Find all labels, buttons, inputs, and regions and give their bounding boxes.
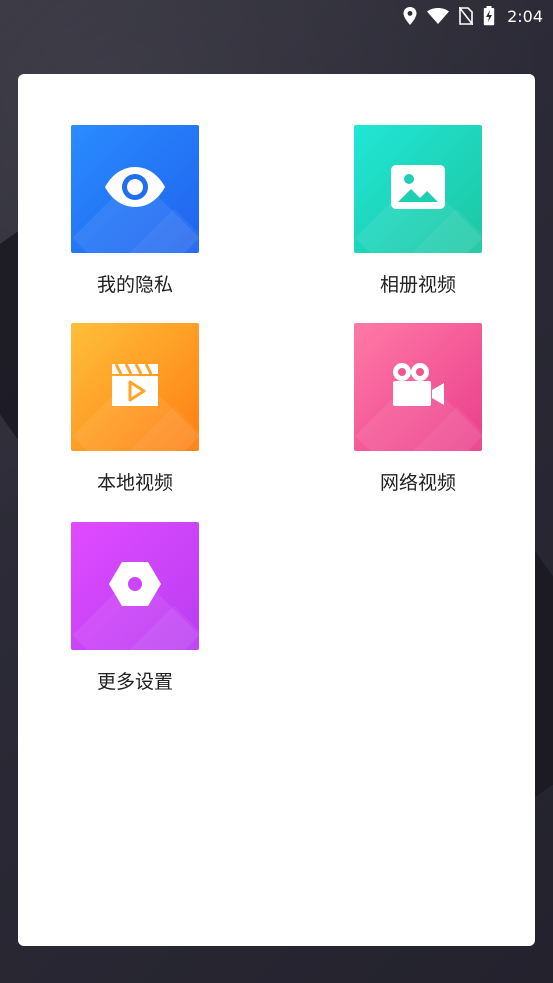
tile-label: 相册视频: [379, 274, 456, 296]
tile-icon-bg: [354, 323, 482, 451]
tile-network-video[interactable]: 网络视频: [338, 323, 498, 495]
wifi-icon: [427, 8, 450, 24]
tile-label: 我的隐私: [96, 274, 173, 296]
image-icon: [390, 164, 446, 214]
tile-label: 更多设置: [96, 671, 173, 693]
tile-more-settings[interactable]: 更多设置: [55, 522, 215, 694]
video-clip-icon: [110, 362, 160, 412]
tile-icon-bg: [71, 323, 199, 451]
eye-icon: [103, 165, 167, 213]
status-time: 2:04: [507, 6, 543, 26]
location-icon: [403, 7, 417, 25]
main-card: 我的隐私 相册视频 本地视频 网络视频 更多设置: [18, 74, 535, 946]
tile-label: 本地视频: [96, 472, 173, 494]
tile-local-video[interactable]: 本地视频: [55, 323, 215, 495]
no-sim-icon: [459, 7, 474, 25]
video-camera-icon: [390, 362, 446, 412]
tile-label: 网络视频: [379, 472, 456, 494]
tile-icon-bg: [71, 125, 199, 253]
tile-icon-bg: [354, 125, 482, 253]
battery-charging-icon: [483, 6, 495, 26]
tile-album-video[interactable]: 相册视频: [338, 125, 498, 297]
tile-my-privacy[interactable]: 我的隐私: [55, 125, 215, 297]
status-bar: 2:04: [0, 0, 553, 32]
tile-icon-bg: [71, 522, 199, 650]
settings-hex-icon: [108, 560, 162, 612]
